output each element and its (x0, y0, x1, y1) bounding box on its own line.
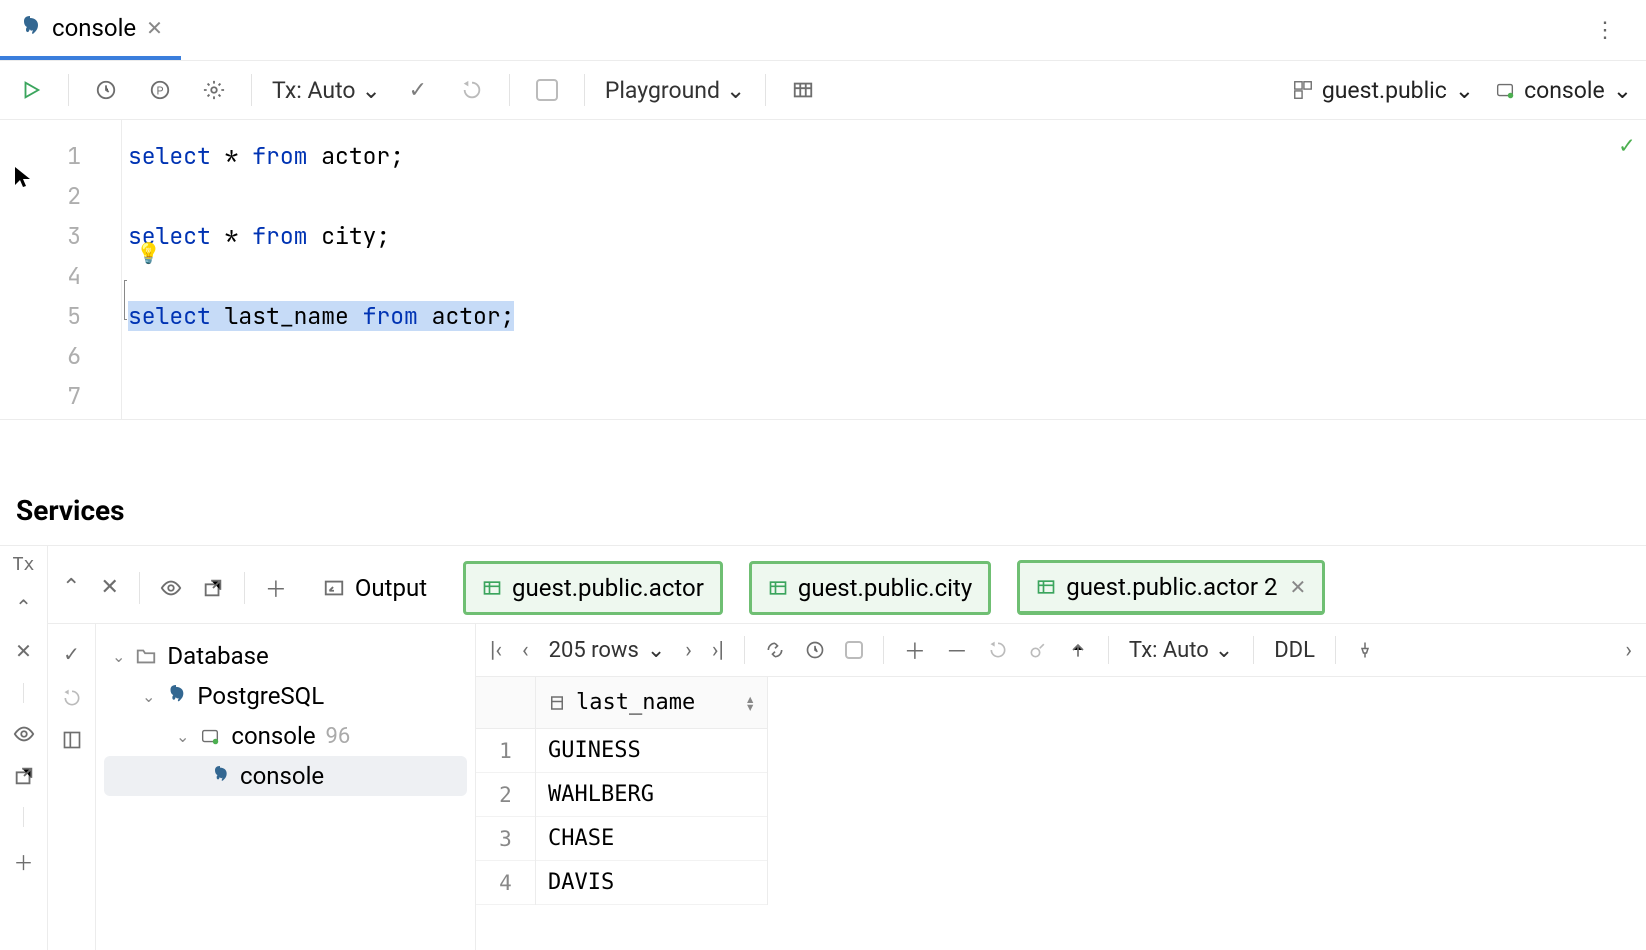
chevron-down-icon: ⌄ (362, 77, 381, 104)
accept-icon[interactable]: ✓ (63, 642, 80, 666)
eye-icon[interactable] (13, 723, 35, 745)
submit-icon[interactable] (1028, 640, 1048, 660)
result-tab-actor[interactable]: guest.public.actor (463, 561, 723, 615)
mouse-pointer-icon (14, 166, 32, 190)
first-page-icon[interactable]: |‹ (490, 638, 502, 663)
services-panel: Tx ⌃ ✕ ＋ ⌃ ✕ ＋ (0, 545, 1646, 950)
column-header-last-name[interactable]: last_name ▴▾ (536, 677, 767, 729)
grid-cell[interactable]: WAHLBERG (536, 773, 767, 817)
next-page-icon[interactable]: › (685, 638, 692, 663)
add-row-icon[interactable]: ＋ (904, 634, 926, 666)
upload-icon[interactable] (1068, 640, 1088, 660)
postgresql-icon (165, 685, 187, 707)
result-tab-actor-2[interactable]: guest.public.actor 2 ✕ (1017, 560, 1325, 615)
close-icon[interactable]: ✕ (1289, 575, 1306, 599)
rollback-icon[interactable] (455, 73, 489, 107)
collapse-icon[interactable]: ✕ (15, 639, 32, 663)
services-tabs: ⌃ ✕ ＋ Output guest.public.actor (48, 546, 1646, 615)
view-icon[interactable] (160, 577, 182, 599)
history-icon[interactable] (89, 73, 123, 107)
code-area[interactable]: 💡 select * from actor;select * from city… (122, 120, 1646, 419)
intention-bulb-icon[interactable]: 💡 (136, 240, 161, 266)
result-tab-city[interactable]: guest.public.city (749, 561, 991, 615)
tab-title: console (52, 14, 136, 42)
refresh-icon[interactable] (765, 640, 785, 660)
close-icon[interactable]: ✕ (146, 16, 163, 40)
revert-icon[interactable] (988, 640, 1008, 660)
prev-page-icon[interactable]: ‹ (522, 638, 529, 663)
layout-icon[interactable] (62, 730, 82, 750)
folder-icon (135, 645, 157, 667)
expand-icon[interactable]: ⌃ (15, 595, 32, 619)
editor-toolbar: P Tx: Auto ⌄ ✓ Playground ⌄ guest.public… (0, 61, 1646, 120)
console-icon (199, 725, 221, 747)
result-grid[interactable]: 1234 last_name ▴▾ GUINESSWAHLBERGCHASEDA… (476, 677, 1646, 905)
cursor-indicator (124, 280, 127, 320)
tx-label: Tx (13, 554, 35, 575)
grid-cell[interactable]: DAVIS (536, 861, 767, 905)
tx-mode-dropdown[interactable]: Tx: Auto ⌄ (272, 77, 381, 104)
services-tree[interactable]: ⌄ Database ⌄ PostgreSQL ⌄ (96, 624, 476, 950)
external-icon[interactable] (202, 577, 224, 599)
services-panel-title: Services (0, 482, 1646, 545)
grid-cell[interactable]: GUINESS (536, 729, 767, 773)
chevron-down-icon: ⌄ (176, 727, 189, 746)
collapse-button[interactable]: ⌃ (62, 575, 80, 600)
tree-leaf-console[interactable]: console (104, 756, 467, 796)
tree-node-postgresql[interactable]: ⌄ PostgreSQL (104, 676, 467, 716)
clock-icon[interactable] (805, 640, 825, 660)
scroll-right-icon[interactable]: › (1625, 638, 1632, 663)
tx-mode-dropdown[interactable]: Tx: Auto⌄ (1129, 638, 1233, 663)
settings-icon[interactable] (197, 73, 231, 107)
grid-cell[interactable]: CHASE (536, 817, 767, 861)
tab-bar: console ✕ ⋮ (0, 0, 1646, 61)
close-button[interactable]: ✕ (100, 575, 118, 600)
stop-icon[interactable] (845, 641, 863, 659)
last-page-icon[interactable]: ›| (712, 638, 724, 663)
postgresql-icon (210, 766, 230, 786)
add-icon[interactable]: ＋ (14, 847, 34, 876)
table-view-icon[interactable] (786, 73, 820, 107)
postgresql-icon (18, 16, 42, 40)
sort-icon[interactable]: ▴▾ (745, 695, 755, 711)
editor-tab-console[interactable]: console ✕ (0, 0, 181, 60)
open-icon[interactable] (13, 765, 35, 787)
data-panel: |‹ ‹ 205 rows⌄ › ›| ＋ (476, 624, 1646, 950)
target-dropdown[interactable]: console ⌄ (1494, 77, 1632, 104)
chevron-down-icon: ⌄ (1613, 77, 1632, 104)
services-left-gutter: Tx ⌃ ✕ ＋ (0, 546, 48, 950)
playground-dropdown[interactable]: Playground ⌄ (605, 77, 745, 104)
tree-node-console[interactable]: ⌄ console 96 (104, 716, 467, 756)
explain-icon[interactable]: P (143, 73, 177, 107)
chevron-down-icon: ⌄ (142, 687, 155, 706)
run-button[interactable] (14, 73, 48, 107)
pin-icon[interactable] (1356, 641, 1374, 659)
remove-row-icon[interactable]: － (946, 634, 968, 666)
commit-icon[interactable]: ✓ (401, 73, 435, 107)
plus-icon[interactable]: ＋ (265, 572, 287, 604)
inspection-ok-icon: ✓ (1620, 130, 1634, 161)
output-tab[interactable]: Output (313, 568, 437, 608)
stop-icon[interactable] (530, 73, 564, 107)
rows-dropdown[interactable]: 205 rows⌄ (549, 638, 666, 663)
chevron-down-icon: ⌄ (112, 647, 125, 666)
revert-icon[interactable] (62, 688, 82, 708)
chevron-down-icon: ⌄ (726, 77, 745, 104)
ddl-button[interactable]: DDL (1274, 638, 1315, 663)
chevron-down-icon: ⌄ (1455, 77, 1474, 104)
gutter: 12345✓67 (0, 120, 122, 419)
svg-text:P: P (157, 85, 164, 98)
more-menu-icon[interactable]: ⋮ (1576, 18, 1634, 43)
data-toolbar: |‹ ‹ 205 rows⌄ › ›| ＋ (476, 624, 1646, 677)
sql-editor[interactable]: 12345✓67 💡 select * from actor;select * … (0, 120, 1646, 420)
schema-dropdown[interactable]: guest.public ⌄ (1292, 77, 1474, 104)
tree-node-database[interactable]: ⌄ Database (104, 636, 467, 676)
